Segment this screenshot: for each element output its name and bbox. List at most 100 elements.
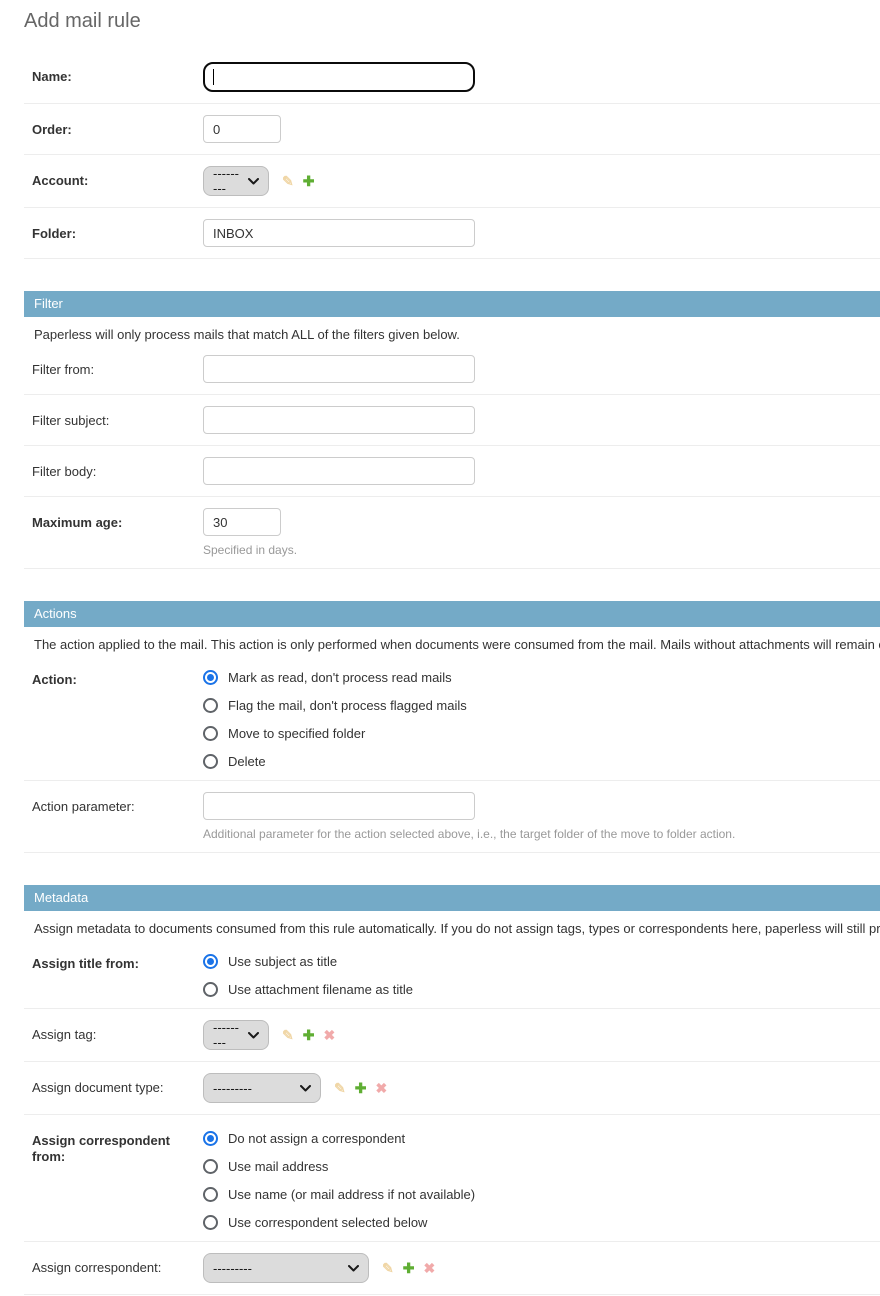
metadata-section-description: Assign metadata to documents consumed fr… [24,911,880,938]
module-metadata: Metadata Assign metadata to documents co… [24,885,880,1295]
action-radio-group: Mark as read, don't process read mails F… [203,665,467,769]
radio-unselected-icon[interactable] [203,1215,218,1230]
filter-section-description: Paperless will only process mails that m… [24,317,880,344]
edit-pencil-icon[interactable]: ✎ [382,1261,394,1275]
radio-option-label: Do not assign a correspondent [228,1131,405,1146]
assign-correspondent-select[interactable]: --------- [203,1253,369,1283]
assign-correspondent-from-label: Assign correspondent from: [32,1126,203,1165]
assign-correspondent-label: Assign correspondent: [32,1253,203,1276]
text-caret [213,69,214,85]
form-row-account: Account: --------- ✎ ✚ [24,155,880,208]
account-select[interactable]: --------- [203,166,269,196]
chevron-down-icon [248,1032,259,1039]
delete-x-icon[interactable]: ✖ [323,1028,335,1042]
radio-unselected-icon[interactable] [203,726,218,741]
form-row-folder: Folder: [24,208,880,259]
title-option-use-subject[interactable]: Use subject as title [203,954,413,969]
radio-option-label: Move to specified folder [228,726,365,741]
action-parameter-label: Action parameter: [32,792,203,815]
radio-option-label: Delete [228,754,266,769]
filter-body-input[interactable] [203,457,475,485]
folder-label: Folder: [32,219,203,242]
radio-option-label: Use correspondent selected below [228,1215,427,1230]
assign-document-type-label: Assign document type: [32,1073,203,1096]
edit-pencil-icon[interactable]: ✎ [282,1028,294,1042]
radio-option-label: Flag the mail, don't process flagged mai… [228,698,467,713]
account-select-value: --------- [213,166,240,196]
correspondent-option-selected-below[interactable]: Use correspondent selected below [203,1215,475,1230]
action-parameter-help: Additional parameter for the action sele… [203,827,735,841]
maximum-age-label: Maximum age: [32,508,203,531]
radio-option-label: Use name (or mail address if not availab… [228,1187,475,1202]
filter-from-label: Filter from: [32,355,203,378]
action-option-flag-mail[interactable]: Flag the mail, don't process flagged mai… [203,698,467,713]
edit-pencil-icon[interactable]: ✎ [282,174,294,188]
form-row-assign-document-type: Assign document type: --------- ✎ ✚ ✖ [24,1062,880,1115]
delete-x-icon[interactable]: ✖ [375,1081,387,1095]
radio-selected-icon[interactable] [203,670,218,685]
order-input[interactable] [203,115,281,143]
radio-option-label: Use subject as title [228,954,337,969]
account-label: Account: [32,166,203,189]
assign-title-from-label: Assign title from: [32,949,203,972]
assign-correspondent-from-radio-group: Do not assign a correspondent Use mail a… [203,1126,475,1230]
filter-subject-label: Filter subject: [32,406,203,429]
filter-subject-input[interactable] [203,406,475,434]
module-general: Name: Order: Account: --------- [24,51,880,259]
filter-from-input[interactable] [203,355,475,383]
action-option-mark-as-read[interactable]: Mark as read, don't process read mails [203,670,467,685]
radio-option-label: Use attachment filename as title [228,982,413,997]
module-actions: Actions The action applied to the mail. … [24,601,880,853]
form-row-assign-correspondent: Assign correspondent: --------- ✎ ✚ ✖ [24,1242,880,1295]
name-input[interactable] [203,62,475,92]
filter-body-label: Filter body: [32,457,203,480]
action-option-move-folder[interactable]: Move to specified folder [203,726,467,741]
assign-title-from-radio-group: Use subject as title Use attachment file… [203,949,413,997]
radio-unselected-icon[interactable] [203,754,218,769]
maximum-age-help: Specified in days. [203,543,297,557]
assign-tag-select[interactable]: --------- [203,1020,269,1050]
correspondent-option-do-not-assign[interactable]: Do not assign a correspondent [203,1131,475,1146]
edit-pencil-icon[interactable]: ✎ [334,1081,346,1095]
radio-unselected-icon[interactable] [203,982,218,997]
filter-section-header: Filter [24,291,880,317]
chevron-down-icon [248,178,259,185]
actions-section-description: The action applied to the mail. This act… [24,627,880,654]
title-option-use-attachment-filename[interactable]: Use attachment filename as title [203,982,413,997]
radio-unselected-icon[interactable] [203,698,218,713]
form-row-filter-from: Filter from: [24,344,880,395]
add-plus-icon[interactable]: ✚ [303,1028,315,1042]
radio-selected-icon[interactable] [203,1131,218,1146]
form-row-assign-tag: Assign tag: --------- ✎ ✚ ✖ [24,1009,880,1062]
folder-input[interactable] [203,219,475,247]
name-input-wrap [203,62,475,92]
add-plus-icon[interactable]: ✚ [355,1081,367,1095]
radio-option-label: Mark as read, don't process read mails [228,670,452,685]
correspondent-option-use-mail-address[interactable]: Use mail address [203,1159,475,1174]
action-parameter-input[interactable] [203,792,475,820]
assign-tag-label: Assign tag: [32,1020,203,1043]
radio-selected-icon[interactable] [203,954,218,969]
name-label: Name: [32,62,203,85]
assign-document-type-select[interactable]: --------- [203,1073,321,1103]
maximum-age-input[interactable] [203,508,281,536]
page-title: Add mail rule [24,10,880,33]
action-option-delete[interactable]: Delete [203,754,467,769]
add-plus-icon[interactable]: ✚ [403,1261,415,1275]
radio-unselected-icon[interactable] [203,1187,218,1202]
content-area: Add mail rule Name: Order: Account: [0,0,880,1295]
form-row-name: Name: [24,51,880,104]
actions-section-header: Actions [24,601,880,627]
metadata-section-header: Metadata [24,885,880,911]
radio-unselected-icon[interactable] [203,1159,218,1174]
form-row-action: Action: Mark as read, don't process read… [24,654,880,781]
correspondent-option-use-name[interactable]: Use name (or mail address if not availab… [203,1187,475,1202]
action-label: Action: [32,665,203,688]
assign-document-type-select-value: --------- [213,1081,252,1096]
delete-x-icon[interactable]: ✖ [423,1261,435,1275]
add-plus-icon[interactable]: ✚ [303,174,315,188]
form-row-maximum-age: Maximum age: Specified in days. [24,497,880,569]
form-row-action-parameter: Action parameter: Additional parameter f… [24,781,880,853]
form-row-assign-title-from: Assign title from: Use subject as title … [24,938,880,1009]
chevron-down-icon [348,1265,359,1272]
